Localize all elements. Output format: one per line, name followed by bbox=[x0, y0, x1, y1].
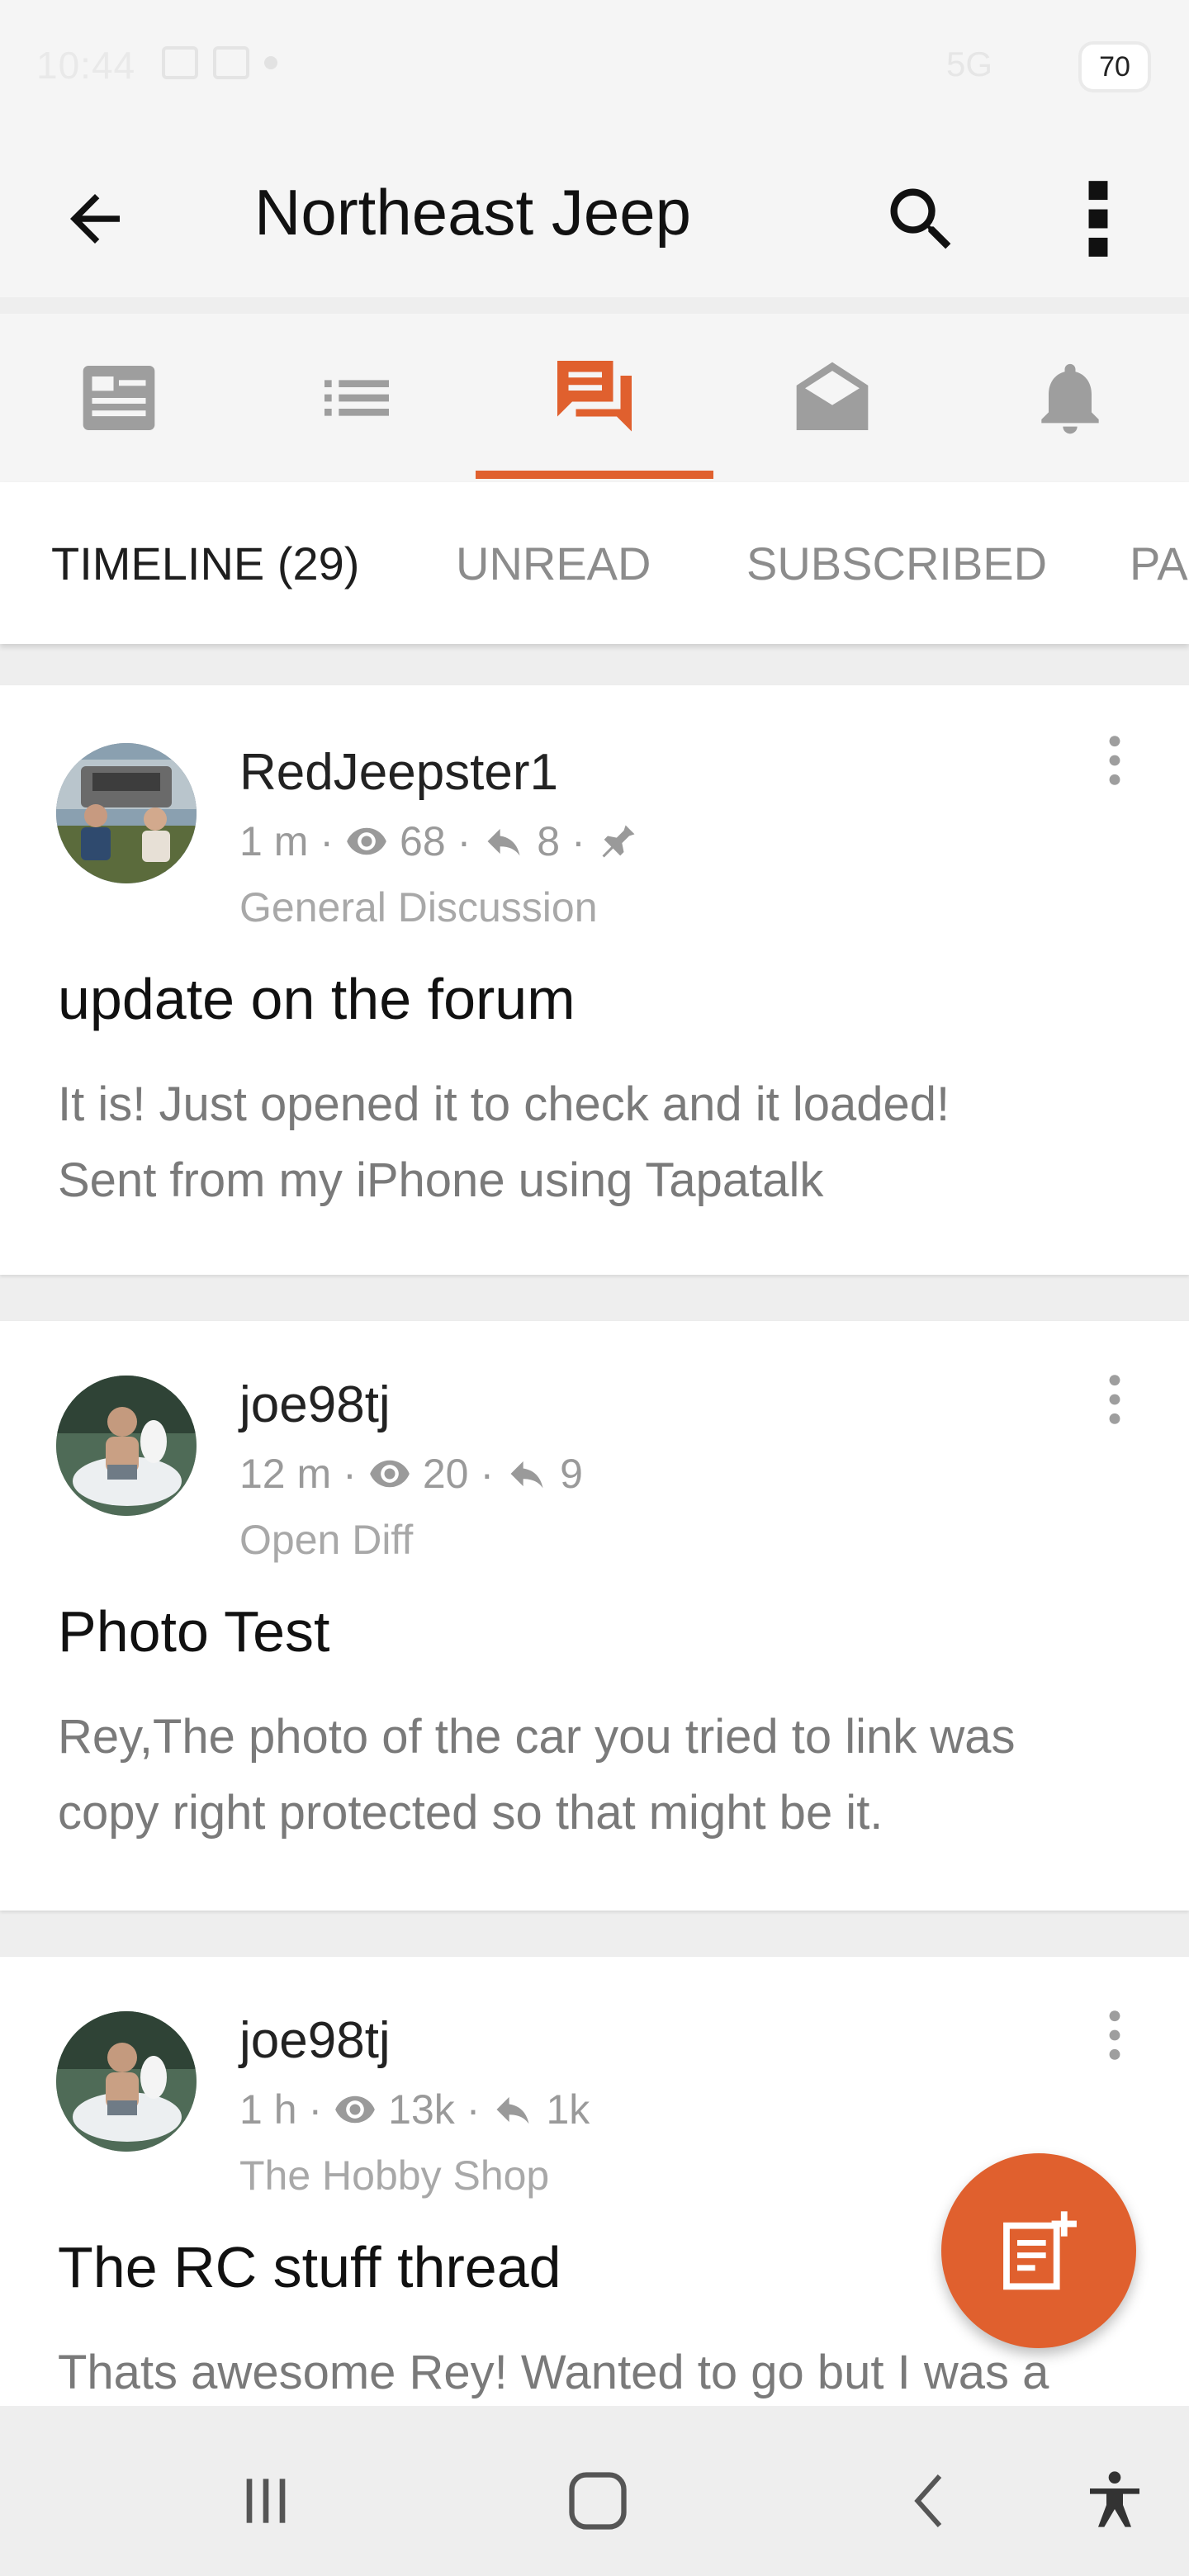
home-icon bbox=[569, 2472, 627, 2530]
post-more-icon[interactable] bbox=[1098, 2006, 1131, 2064]
battery-icon: 70 bbox=[1082, 45, 1148, 89]
post-author[interactable]: joe98tj bbox=[239, 2011, 391, 2070]
more-vert-icon[interactable] bbox=[1073, 173, 1123, 264]
post-time: 12 m bbox=[239, 1451, 332, 1497]
reply-icon bbox=[496, 2096, 529, 2124]
post-replies: 1k bbox=[546, 2086, 590, 2133]
notification-icons bbox=[162, 46, 277, 79]
bell-icon bbox=[1041, 363, 1099, 434]
tab-forum[interactable] bbox=[476, 314, 713, 482]
system-nav-bar bbox=[0, 2406, 1189, 2576]
avatar-photo bbox=[56, 1376, 197, 1516]
separator-dot: · bbox=[571, 818, 585, 864]
app-bar: Northeast Jeep bbox=[0, 132, 1189, 297]
post-preview-line: It is! Just opened it to check and it lo… bbox=[58, 1077, 950, 1131]
status-bar: 10:44 5G 70 bbox=[0, 0, 1189, 132]
post-preview: Thats awesome Rey! Wanted to go but I wa… bbox=[58, 2335, 1131, 2411]
post-preview: It is! Just opened it to check and it lo… bbox=[58, 1067, 1131, 1219]
separator-dot: · bbox=[320, 818, 334, 864]
back-button[interactable] bbox=[890, 2464, 973, 2538]
post-more-icon[interactable] bbox=[1098, 732, 1131, 789]
avatar[interactable] bbox=[56, 1376, 197, 1516]
post-title[interactable]: The RC stuff thread bbox=[58, 2234, 561, 2300]
post-card[interactable]: joe98tj 12 m · 20 · 9 Open Diff Photo Te… bbox=[0, 1321, 1189, 1911]
feed-icon bbox=[83, 366, 155, 430]
active-tab-indicator bbox=[476, 471, 713, 479]
compose-icon bbox=[1003, 2211, 1077, 2290]
recent-apps-button[interactable] bbox=[225, 2464, 307, 2538]
post-meta: 1 m · 68 · 8 · bbox=[239, 817, 640, 865]
post-forum[interactable]: Open Diff bbox=[239, 1516, 413, 1564]
separator-dot: · bbox=[457, 818, 471, 864]
avatar[interactable] bbox=[56, 2011, 197, 2152]
tab-inbox[interactable] bbox=[713, 314, 951, 482]
post-preview-line: copy right protected so that might be it… bbox=[58, 1786, 883, 1840]
tab-feed[interactable] bbox=[0, 314, 238, 482]
accessibility-button[interactable] bbox=[1073, 2464, 1156, 2538]
gallery-notification-icon bbox=[162, 46, 198, 79]
post-replies: 8 bbox=[537, 818, 561, 864]
eye-icon bbox=[369, 1460, 410, 1488]
forum-icon bbox=[557, 361, 632, 432]
post-forum[interactable]: General Discussion bbox=[239, 883, 598, 931]
post-preview: Rey,The photo of the car you tried to li… bbox=[58, 1699, 1131, 1851]
reply-icon bbox=[510, 1461, 543, 1489]
post-time: 1 h bbox=[239, 2086, 297, 2133]
subtab-timeline[interactable]: TIMELINE (29) bbox=[51, 537, 359, 590]
post-title[interactable]: update on the forum bbox=[58, 966, 576, 1032]
separator-dot: · bbox=[466, 2086, 481, 2133]
status-time: 10:44 bbox=[36, 44, 136, 87]
post-views: 68 bbox=[400, 818, 446, 864]
avatar-photo bbox=[56, 2011, 197, 2152]
separator-dot: · bbox=[343, 1451, 357, 1497]
post-meta: 12 m · 20 · 9 bbox=[239, 1450, 583, 1498]
post-meta: 1 h · 13k · 1k bbox=[239, 2086, 590, 2133]
post-preview-line: Sent from my iPhone using Tapatalk bbox=[58, 1153, 824, 1207]
pin-icon bbox=[602, 825, 635, 858]
eye-icon bbox=[347, 827, 386, 855]
app-notification-icon bbox=[213, 46, 249, 79]
network-indicator: 5G bbox=[946, 45, 993, 83]
arrow-left-icon[interactable] bbox=[58, 182, 132, 256]
post-author[interactable]: joe98tj bbox=[239, 1376, 391, 1434]
post-views: 13k bbox=[388, 2086, 455, 2133]
page-title: Northeast Jeep bbox=[254, 176, 691, 249]
back-chevron-icon bbox=[914, 2474, 942, 2527]
post-forum[interactable]: The Hobby Shop bbox=[239, 2152, 549, 2200]
search-icon[interactable] bbox=[880, 178, 963, 261]
new-topic-button[interactable] bbox=[941, 2153, 1136, 2348]
post-author[interactable]: RedJeepster1 bbox=[239, 743, 558, 802]
post-title[interactable]: Photo Test bbox=[58, 1598, 330, 1664]
subtab-subscribed[interactable]: SUBSCRIBED bbox=[746, 537, 1047, 590]
subtab-partial[interactable]: PA bbox=[1130, 537, 1188, 590]
subtab-unread[interactable]: UNREAD bbox=[456, 537, 651, 590]
post-time: 1 m bbox=[239, 818, 309, 864]
reply-icon bbox=[487, 828, 520, 856]
accessibility-icon bbox=[1090, 2471, 1139, 2527]
battery-level: 70 bbox=[1099, 50, 1130, 83]
post-views: 20 bbox=[422, 1451, 469, 1497]
recent-apps-icon bbox=[246, 2479, 286, 2523]
tab-notifications[interactable] bbox=[951, 314, 1189, 482]
post-card[interactable]: RedJeepster1 1 m · 68 · 8 · General Disc… bbox=[0, 685, 1189, 1275]
home-button[interactable] bbox=[557, 2464, 639, 2538]
tab-list[interactable] bbox=[238, 314, 476, 482]
list-icon bbox=[324, 380, 389, 416]
post-preview-line: Rey,The photo of the car you tried to li… bbox=[58, 1710, 1016, 1764]
eye-icon bbox=[335, 2095, 376, 2124]
avatar[interactable] bbox=[56, 743, 197, 883]
sub-tab-bar: TIMELINE (29) UNREAD SUBSCRIBED PA bbox=[0, 482, 1189, 644]
inbox-icon bbox=[796, 362, 869, 430]
post-more-icon[interactable] bbox=[1098, 1371, 1131, 1428]
post-preview-line: Thats awesome Rey! Wanted to go but I wa… bbox=[58, 2346, 1049, 2399]
more-notifications-icon bbox=[264, 56, 277, 69]
separator-dot: · bbox=[480, 1451, 495, 1497]
post-replies: 9 bbox=[560, 1451, 583, 1497]
separator-dot: · bbox=[308, 2086, 323, 2133]
main-tab-bar bbox=[0, 314, 1189, 482]
avatar-photo bbox=[56, 743, 197, 883]
